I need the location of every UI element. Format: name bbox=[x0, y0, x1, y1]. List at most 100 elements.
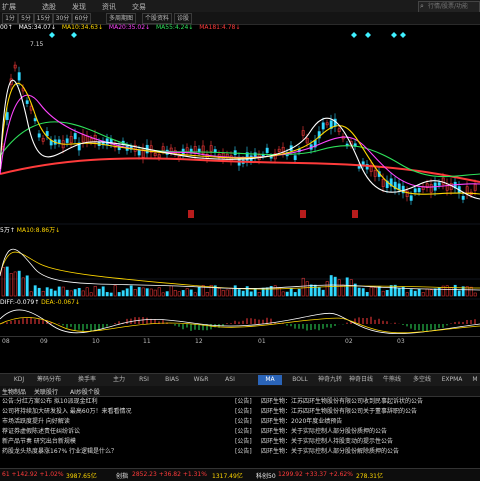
volume-bar bbox=[317, 287, 321, 297]
volume-bar bbox=[81, 290, 85, 297]
axis-label: 11 bbox=[143, 338, 151, 345]
volume-bar bbox=[257, 292, 261, 297]
volume-bar bbox=[169, 285, 173, 297]
kline-chart[interactable]: 7.15 bbox=[0, 24, 480, 336]
grid bbox=[0, 223, 480, 300]
tab-magic-nine[interactable]: 神奇九转 bbox=[314, 375, 346, 385]
volume-bar bbox=[389, 285, 393, 297]
news-row[interactable]: 公告:分红方案公布 拟10派现金红利04-03 bbox=[0, 397, 205, 407]
candle bbox=[293, 155, 297, 160]
announcement-row[interactable]: [公告] 四环生物：2020年度业绩预告 bbox=[205, 417, 480, 427]
announcement-title: 四环生物：关于实际控制人部分股份解除质押的公告 bbox=[261, 448, 400, 455]
volume-bar bbox=[145, 288, 149, 297]
ma5-line bbox=[0, 79, 480, 200]
candle bbox=[409, 195, 413, 201]
period-60min[interactable]: 60分 bbox=[72, 13, 91, 24]
tab-more[interactable]: M bbox=[470, 375, 480, 385]
volume-bar bbox=[189, 289, 193, 297]
tab-ma[interactable]: MA bbox=[258, 375, 282, 385]
volume-bar bbox=[393, 284, 397, 297]
search-input[interactable] bbox=[419, 2, 476, 11]
volume-bar bbox=[57, 286, 61, 297]
index-name[interactable]: 创指 bbox=[116, 471, 128, 480]
period-30min[interactable]: 30分 bbox=[53, 13, 72, 24]
news-list: 公告:分红方案公布 拟10派现金红利04-03公司将持续加大研发投入 最高60万… bbox=[0, 397, 205, 459]
announcement-row[interactable]: [公告] 四环生物：江苏四环生物股份有限公司关于董事辞职的公告 bbox=[205, 407, 480, 417]
period-15min[interactable]: 15分 bbox=[34, 13, 53, 24]
event-marker[interactable] bbox=[188, 210, 194, 218]
axis-label: 12 bbox=[195, 338, 203, 345]
tab-bull-bear[interactable]: 牛熊线 bbox=[379, 375, 405, 385]
candle bbox=[73, 133, 77, 140]
volume-bar bbox=[181, 290, 185, 297]
announcement-row[interactable]: [公告] 四环生物：江苏四环生物股份有限公司收到民事起诉状的公告 bbox=[205, 397, 480, 407]
index-name[interactable]: 科创50 bbox=[256, 471, 276, 480]
volume-bar bbox=[229, 287, 233, 297]
volume-bar bbox=[113, 285, 117, 297]
volume-bar bbox=[285, 291, 289, 297]
news-row[interactable]: 市场活跃度提升 向好解读03-20 bbox=[0, 417, 205, 427]
period-1min[interactable]: 1分 bbox=[2, 13, 18, 24]
tab-turnover[interactable]: 换手率 bbox=[70, 375, 104, 385]
candle bbox=[5, 112, 9, 120]
news-tab-related[interactable]: 关联股行 bbox=[34, 387, 58, 396]
news-tab-ai[interactable]: AI炒股个股 bbox=[70, 387, 100, 396]
candle bbox=[321, 122, 325, 130]
volume-bar bbox=[429, 289, 433, 297]
volume-bar bbox=[61, 286, 65, 297]
volume-bar bbox=[29, 291, 33, 297]
tab-long-short[interactable]: 多空线 bbox=[409, 375, 435, 385]
tab-magic-daily[interactable]: 神奇日线 bbox=[346, 375, 376, 385]
multi-period-button[interactable]: 多周期图 bbox=[106, 13, 136, 24]
volume-bar bbox=[53, 290, 57, 297]
volume-bar bbox=[253, 288, 257, 297]
menu-item-extend[interactable]: 扩展 bbox=[2, 2, 16, 12]
volume-bar bbox=[173, 289, 177, 297]
search-icon: ⌕ bbox=[420, 2, 424, 10]
tab-bias[interactable]: BIAS bbox=[162, 375, 182, 385]
menu-item-news[interactable]: 资讯 bbox=[102, 2, 116, 12]
tab-chip-distribution[interactable]: 筹码分布 bbox=[32, 375, 66, 385]
announcement-row[interactable]: [公告] 四环生物：关于实际控制人持股变动的提示性公告 bbox=[205, 437, 480, 447]
tab-expma[interactable]: EXPMA bbox=[438, 375, 466, 385]
tab-asi[interactable]: ASI bbox=[220, 375, 240, 385]
axis-label: 10 bbox=[92, 338, 100, 345]
news-row[interactable]: 药股龙头热度暴涨167% 行业逻辑是什么？03-07 bbox=[0, 447, 205, 457]
high-price-label: 7.15 bbox=[30, 41, 44, 48]
volume-bar bbox=[221, 290, 225, 297]
stock-profile-button[interactable]: 个股资料 bbox=[142, 13, 172, 24]
volume-bar bbox=[97, 288, 101, 297]
tab-wr[interactable]: W&R bbox=[190, 375, 212, 385]
volume-bar bbox=[373, 287, 377, 297]
menu-item-discover[interactable]: 发现 bbox=[72, 2, 86, 12]
diagnose-button[interactable]: 诊股 bbox=[174, 13, 192, 24]
event-marker[interactable] bbox=[300, 210, 306, 218]
candle bbox=[357, 166, 361, 169]
index-turnover: 3987.65亿 bbox=[66, 473, 97, 480]
announcement-row[interactable]: [公告] 四环生物：关于实际控制人部分股份解除质押的公告 bbox=[205, 447, 480, 457]
tab-main-force[interactable]: 主力 bbox=[108, 375, 130, 385]
menu-item-trade[interactable]: 交易 bbox=[132, 2, 146, 12]
period-5min[interactable]: 5分 bbox=[18, 13, 34, 24]
tab-boll[interactable]: BOLL bbox=[288, 375, 312, 385]
announcement-row[interactable]: [公告] 四环生物：关于实际控制人部分股份质押的公告 bbox=[205, 427, 480, 437]
news-row[interactable]: 新产品节奏 研究出台新规模03-15 bbox=[0, 437, 205, 447]
volume-bar bbox=[297, 288, 301, 297]
volume-bar bbox=[165, 291, 169, 297]
news-tab-sector[interactable]: 生物制品 bbox=[2, 387, 26, 396]
tab-rsi[interactable]: RSI bbox=[135, 375, 153, 385]
announcement-list: [公告] 四环生物：江苏四环生物股份有限公司收到民事起诉状的公告 [公告] 四环生物：… bbox=[205, 397, 480, 459]
announcement-title: 四环生物：江苏四环生物股份有限公司收到民事起诉状的公告 bbox=[261, 398, 424, 405]
candle bbox=[65, 138, 69, 143]
announcement-title: 四环生物：关于实际控制人部分股份质押的公告 bbox=[261, 428, 388, 435]
volume-bar bbox=[249, 291, 253, 297]
tab-kdj[interactable]: KDJ bbox=[10, 375, 28, 385]
news-row[interactable]: 荐证券虚假陈述责任纠纷诉讼03-18 bbox=[0, 427, 205, 437]
volume-bar bbox=[305, 281, 309, 297]
announcement-tag: [公告] bbox=[235, 418, 252, 425]
event-marker[interactable] bbox=[352, 210, 358, 218]
news-row[interactable]: 公司将持续加大研发投入 最高60万！来看看情况04-02 bbox=[0, 407, 205, 417]
volume-bar bbox=[397, 288, 401, 297]
volume-bar bbox=[49, 288, 53, 297]
menu-item-select-stock[interactable]: 选股 bbox=[42, 2, 56, 12]
